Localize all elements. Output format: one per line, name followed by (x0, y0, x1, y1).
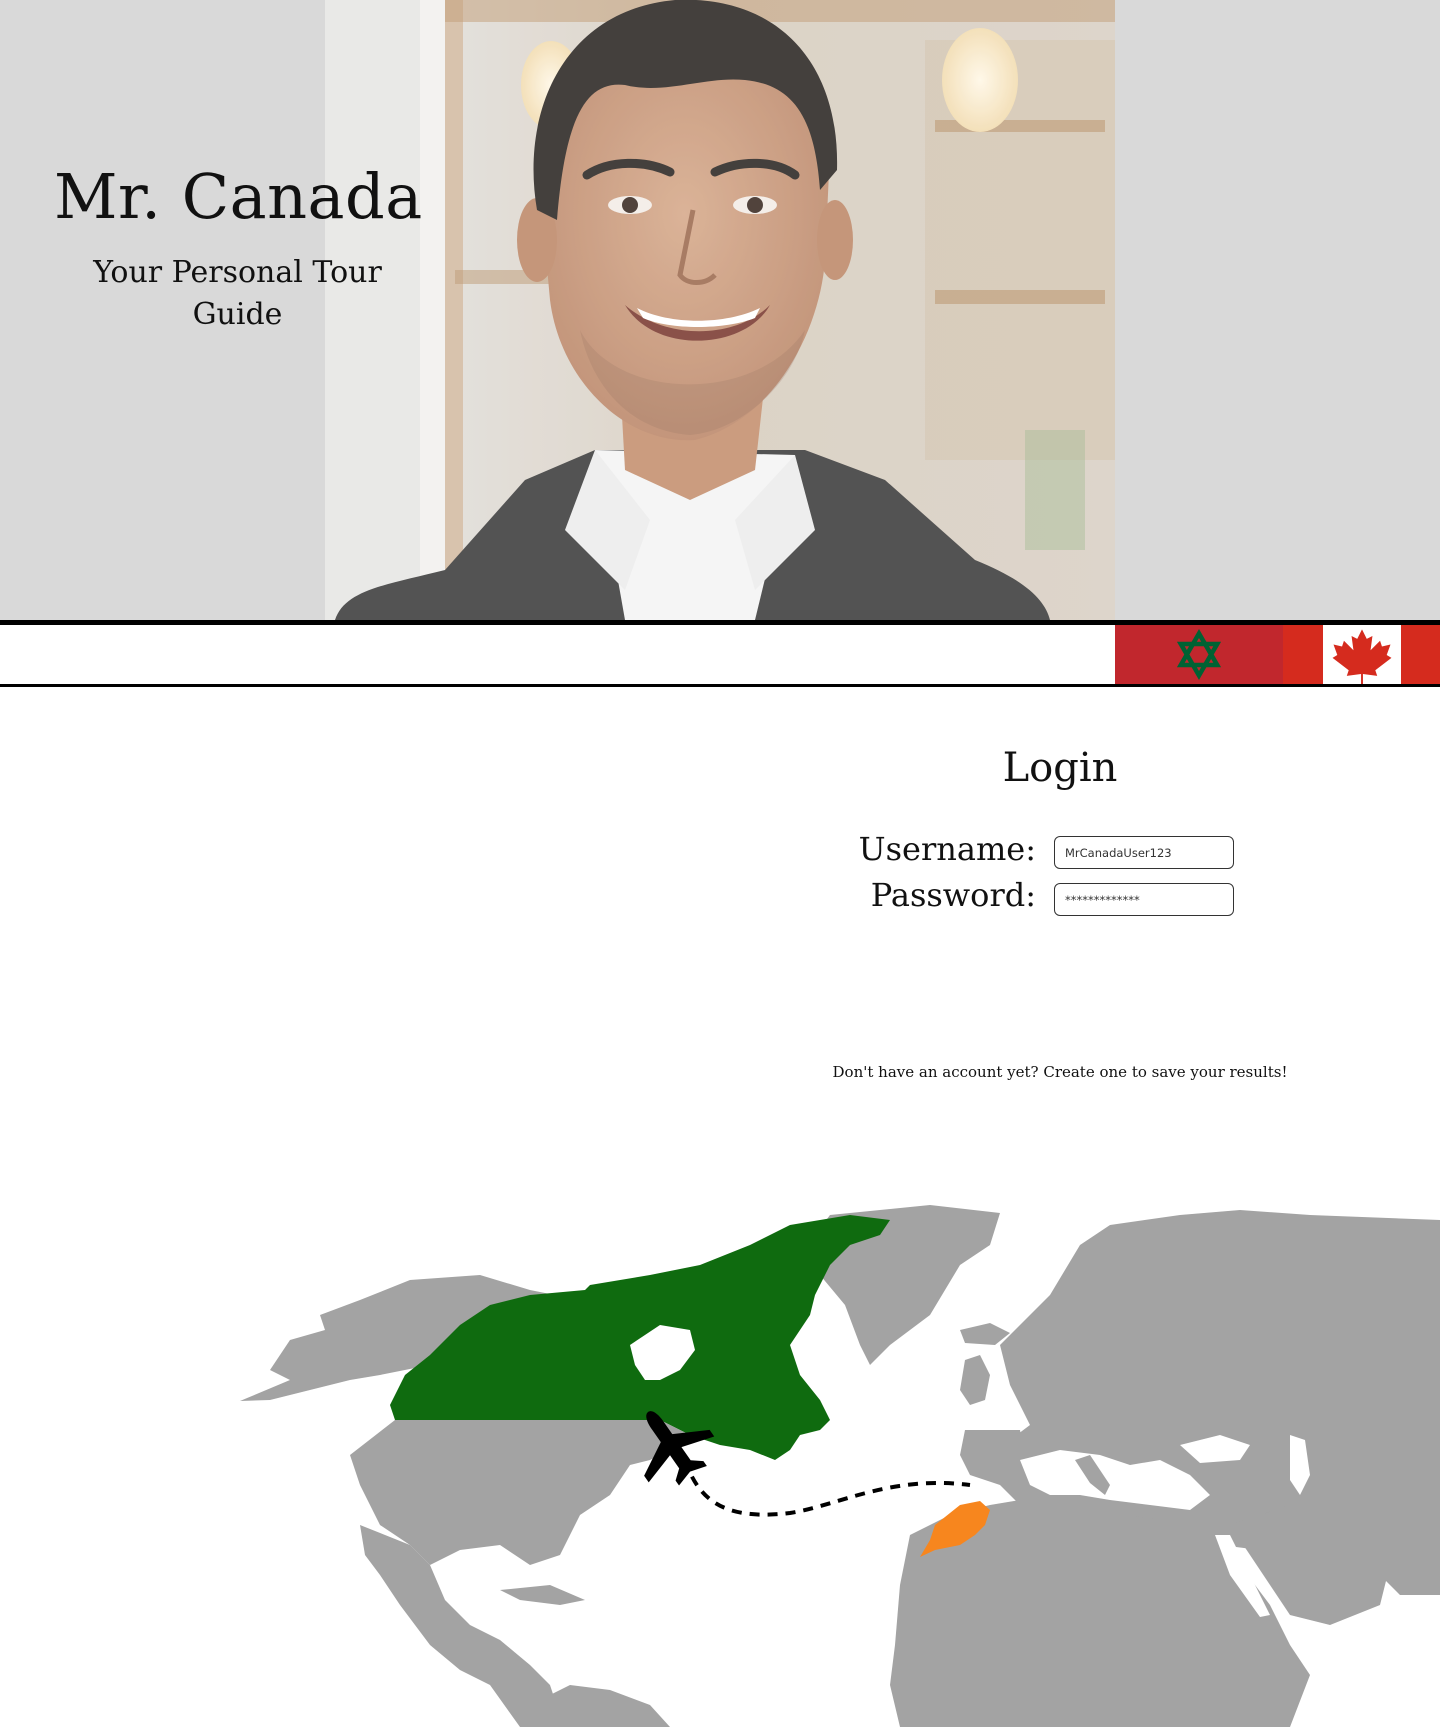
canada-flag-icon[interactable] (1283, 625, 1440, 686)
tour-guide-portrait-image (325, 0, 1115, 620)
route-map (230, 1205, 1440, 1727)
password-input[interactable] (1054, 883, 1234, 916)
morocco-star-icon (1176, 629, 1222, 680)
password-label: Password: (870, 876, 1036, 914)
tour-guide-photo (325, 0, 1115, 620)
username-input[interactable] (1054, 836, 1234, 869)
world-map-image (240, 1205, 1440, 1727)
login-heading: Login (1002, 745, 1118, 791)
hero-banner: Mr. Canada Your Personal Tour Guide (0, 0, 1440, 620)
flag-bar (0, 620, 1440, 687)
hero-right-panel (1115, 0, 1440, 620)
username-label: Username: (858, 830, 1036, 868)
site-tagline: Your Personal Tour Guide (93, 255, 382, 332)
site-title: Mr. Canada (54, 160, 423, 233)
maple-leaf-icon (1323, 625, 1401, 686)
morocco-flag-icon[interactable] (1115, 625, 1283, 684)
create-account-link[interactable]: Don't have an account yet? Create one to… (760, 1063, 1360, 1081)
